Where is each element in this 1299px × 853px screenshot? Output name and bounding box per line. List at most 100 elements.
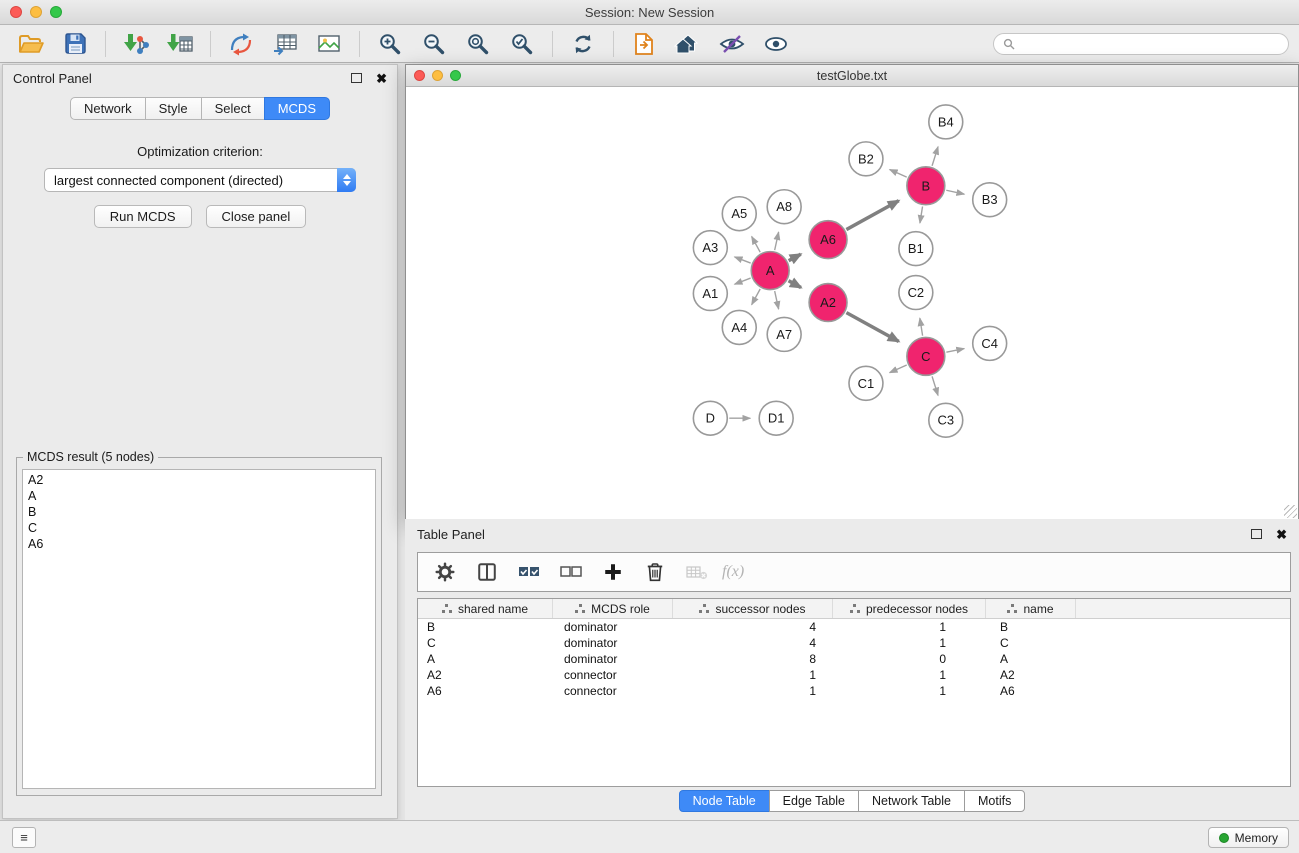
export-image-button[interactable]	[310, 28, 348, 60]
graph-node-A7[interactable]: A7	[767, 317, 801, 351]
search-field[interactable]	[993, 33, 1289, 55]
table-row[interactable]: A6connector11A6	[418, 683, 1290, 699]
add-column-button[interactable]	[596, 556, 630, 588]
column-header-name[interactable]: name	[986, 599, 1076, 618]
edge-B-B4[interactable]	[932, 147, 938, 166]
mcds-result-list[interactable]: A2ABCA6	[22, 469, 376, 789]
tab-network[interactable]: Network	[70, 97, 146, 120]
import-table-button[interactable]	[161, 28, 199, 60]
delete-column-button[interactable]	[638, 556, 672, 588]
close-panel-button[interactable]: Close panel	[206, 205, 307, 228]
new-table-button[interactable]	[266, 28, 304, 60]
mcds-result-item[interactable]: A	[23, 488, 375, 504]
zoom-window-button[interactable]	[50, 6, 62, 18]
network-canvas[interactable]: B4B2BB3B1A5A8A6A3AA1A2C2A4A7CC4C1C3DD1	[406, 88, 1298, 519]
edge-C-C4[interactable]	[946, 349, 964, 353]
minimize-network-window-button[interactable]	[432, 70, 443, 81]
edge-A-A4[interactable]	[752, 289, 761, 305]
graph-node-A6[interactable]: A6	[809, 221, 847, 259]
graph-node-B[interactable]: B	[907, 167, 945, 205]
show-columns-button[interactable]	[470, 556, 504, 588]
graph-node-D1[interactable]: D1	[759, 401, 793, 435]
criterion-dropdown[interactable]: largest connected component (directed)	[44, 168, 356, 192]
home-view-button[interactable]	[669, 28, 707, 60]
tab-mcds[interactable]: MCDS	[264, 97, 330, 120]
column-header-successor-nodes[interactable]: successor nodes	[673, 599, 833, 618]
mcds-result-item[interactable]: A2	[23, 472, 375, 488]
edge-C-C1[interactable]	[890, 365, 907, 373]
graph-node-A3[interactable]: A3	[693, 231, 727, 265]
tab-network-table[interactable]: Network Table	[858, 790, 965, 812]
new-network-button[interactable]	[222, 28, 260, 60]
graph-node-B3[interactable]: B3	[973, 183, 1007, 217]
graph-node-C2[interactable]: C2	[899, 276, 933, 310]
column-header-shared-name[interactable]: shared name	[418, 599, 553, 618]
node-table[interactable]: shared nameMCDS rolesuccessor nodesprede…	[417, 598, 1291, 787]
graph-node-A5[interactable]: A5	[722, 197, 756, 231]
select-all-button[interactable]	[512, 556, 546, 588]
tab-edge-table[interactable]: Edge Table	[769, 790, 859, 812]
save-session-button[interactable]	[56, 28, 94, 60]
tab-select[interactable]: Select	[201, 97, 265, 120]
float-panel-icon[interactable]	[351, 73, 362, 83]
task-history-button[interactable]: ≡	[12, 827, 36, 848]
zoom-selected-button[interactable]	[503, 28, 541, 60]
import-network-button[interactable]	[117, 28, 155, 60]
edge-A-A7[interactable]	[775, 291, 779, 309]
toggle-graphics-details-button[interactable]	[713, 28, 751, 60]
zoom-out-button[interactable]	[415, 28, 453, 60]
edge-A-A6[interactable]	[789, 254, 801, 260]
close-network-window-button[interactable]	[414, 70, 425, 81]
zoom-network-window-button[interactable]	[450, 70, 461, 81]
graph-node-A2[interactable]: A2	[809, 284, 847, 322]
edge-A-A1[interactable]	[735, 278, 751, 284]
table-settings-button[interactable]	[428, 556, 462, 588]
edge-A6-B[interactable]	[846, 201, 898, 230]
zoom-in-button[interactable]	[371, 28, 409, 60]
graph-node-A1[interactable]: A1	[693, 277, 727, 311]
graph-node-C4[interactable]: C4	[973, 326, 1007, 360]
tab-style[interactable]: Style	[145, 97, 202, 120]
network-window-titlebar[interactable]: testGlobe.txt	[406, 65, 1298, 87]
graph-node-B4[interactable]: B4	[929, 105, 963, 139]
search-input[interactable]	[1021, 37, 1279, 51]
table-row[interactable]: Bdominator41B	[418, 619, 1290, 635]
edge-A-A8[interactable]	[775, 232, 779, 250]
open-session-button[interactable]	[12, 28, 50, 60]
minimize-window-button[interactable]	[30, 6, 42, 18]
export-document-button[interactable]	[625, 28, 663, 60]
table-row[interactable]: Adominator80A	[418, 651, 1290, 667]
column-header-MCDS-role[interactable]: MCDS role	[553, 599, 673, 618]
float-table-panel-icon[interactable]	[1251, 529, 1262, 539]
memory-button[interactable]: Memory	[1208, 827, 1289, 848]
table-row[interactable]: Cdominator41C	[418, 635, 1290, 651]
tab-node-table[interactable]: Node Table	[679, 790, 770, 812]
graph-node-A4[interactable]: A4	[722, 310, 756, 344]
close-table-panel-icon[interactable]: ✖	[1276, 528, 1287, 541]
mcds-result-item[interactable]: C	[23, 520, 375, 536]
birds-eye-view-button[interactable]	[757, 28, 795, 60]
mcds-result-item[interactable]: A6	[23, 536, 375, 552]
tab-motifs[interactable]: Motifs	[964, 790, 1025, 812]
edge-B-B2[interactable]	[890, 169, 907, 177]
graph-node-A[interactable]: A	[751, 252, 789, 290]
edge-B-B1[interactable]	[920, 206, 923, 223]
close-panel-icon[interactable]: ✖	[376, 72, 387, 85]
column-header-predecessor-nodes[interactable]: predecessor nodes	[833, 599, 986, 618]
edge-C-C2[interactable]	[920, 318, 923, 336]
mcds-result-item[interactable]: B	[23, 504, 375, 520]
network-graph[interactable]: B4B2BB3B1A5A8A6A3AA1A2C2A4A7CC4C1C3DD1	[406, 88, 1298, 519]
zoom-fit-button[interactable]	[459, 28, 497, 60]
graph-node-C1[interactable]: C1	[849, 366, 883, 400]
deselect-all-button[interactable]	[554, 556, 588, 588]
graph-node-D[interactable]: D	[693, 401, 727, 435]
edge-B-B3[interactable]	[946, 190, 964, 194]
edge-C-C3[interactable]	[932, 376, 938, 395]
refresh-layout-button[interactable]	[564, 28, 602, 60]
edge-A-A3[interactable]	[735, 257, 751, 263]
edge-A2-C[interactable]	[846, 313, 898, 342]
graph-node-B1[interactable]: B1	[899, 232, 933, 266]
graph-node-B2[interactable]: B2	[849, 142, 883, 176]
edge-A-A2[interactable]	[789, 281, 801, 288]
graph-node-C3[interactable]: C3	[929, 403, 963, 437]
